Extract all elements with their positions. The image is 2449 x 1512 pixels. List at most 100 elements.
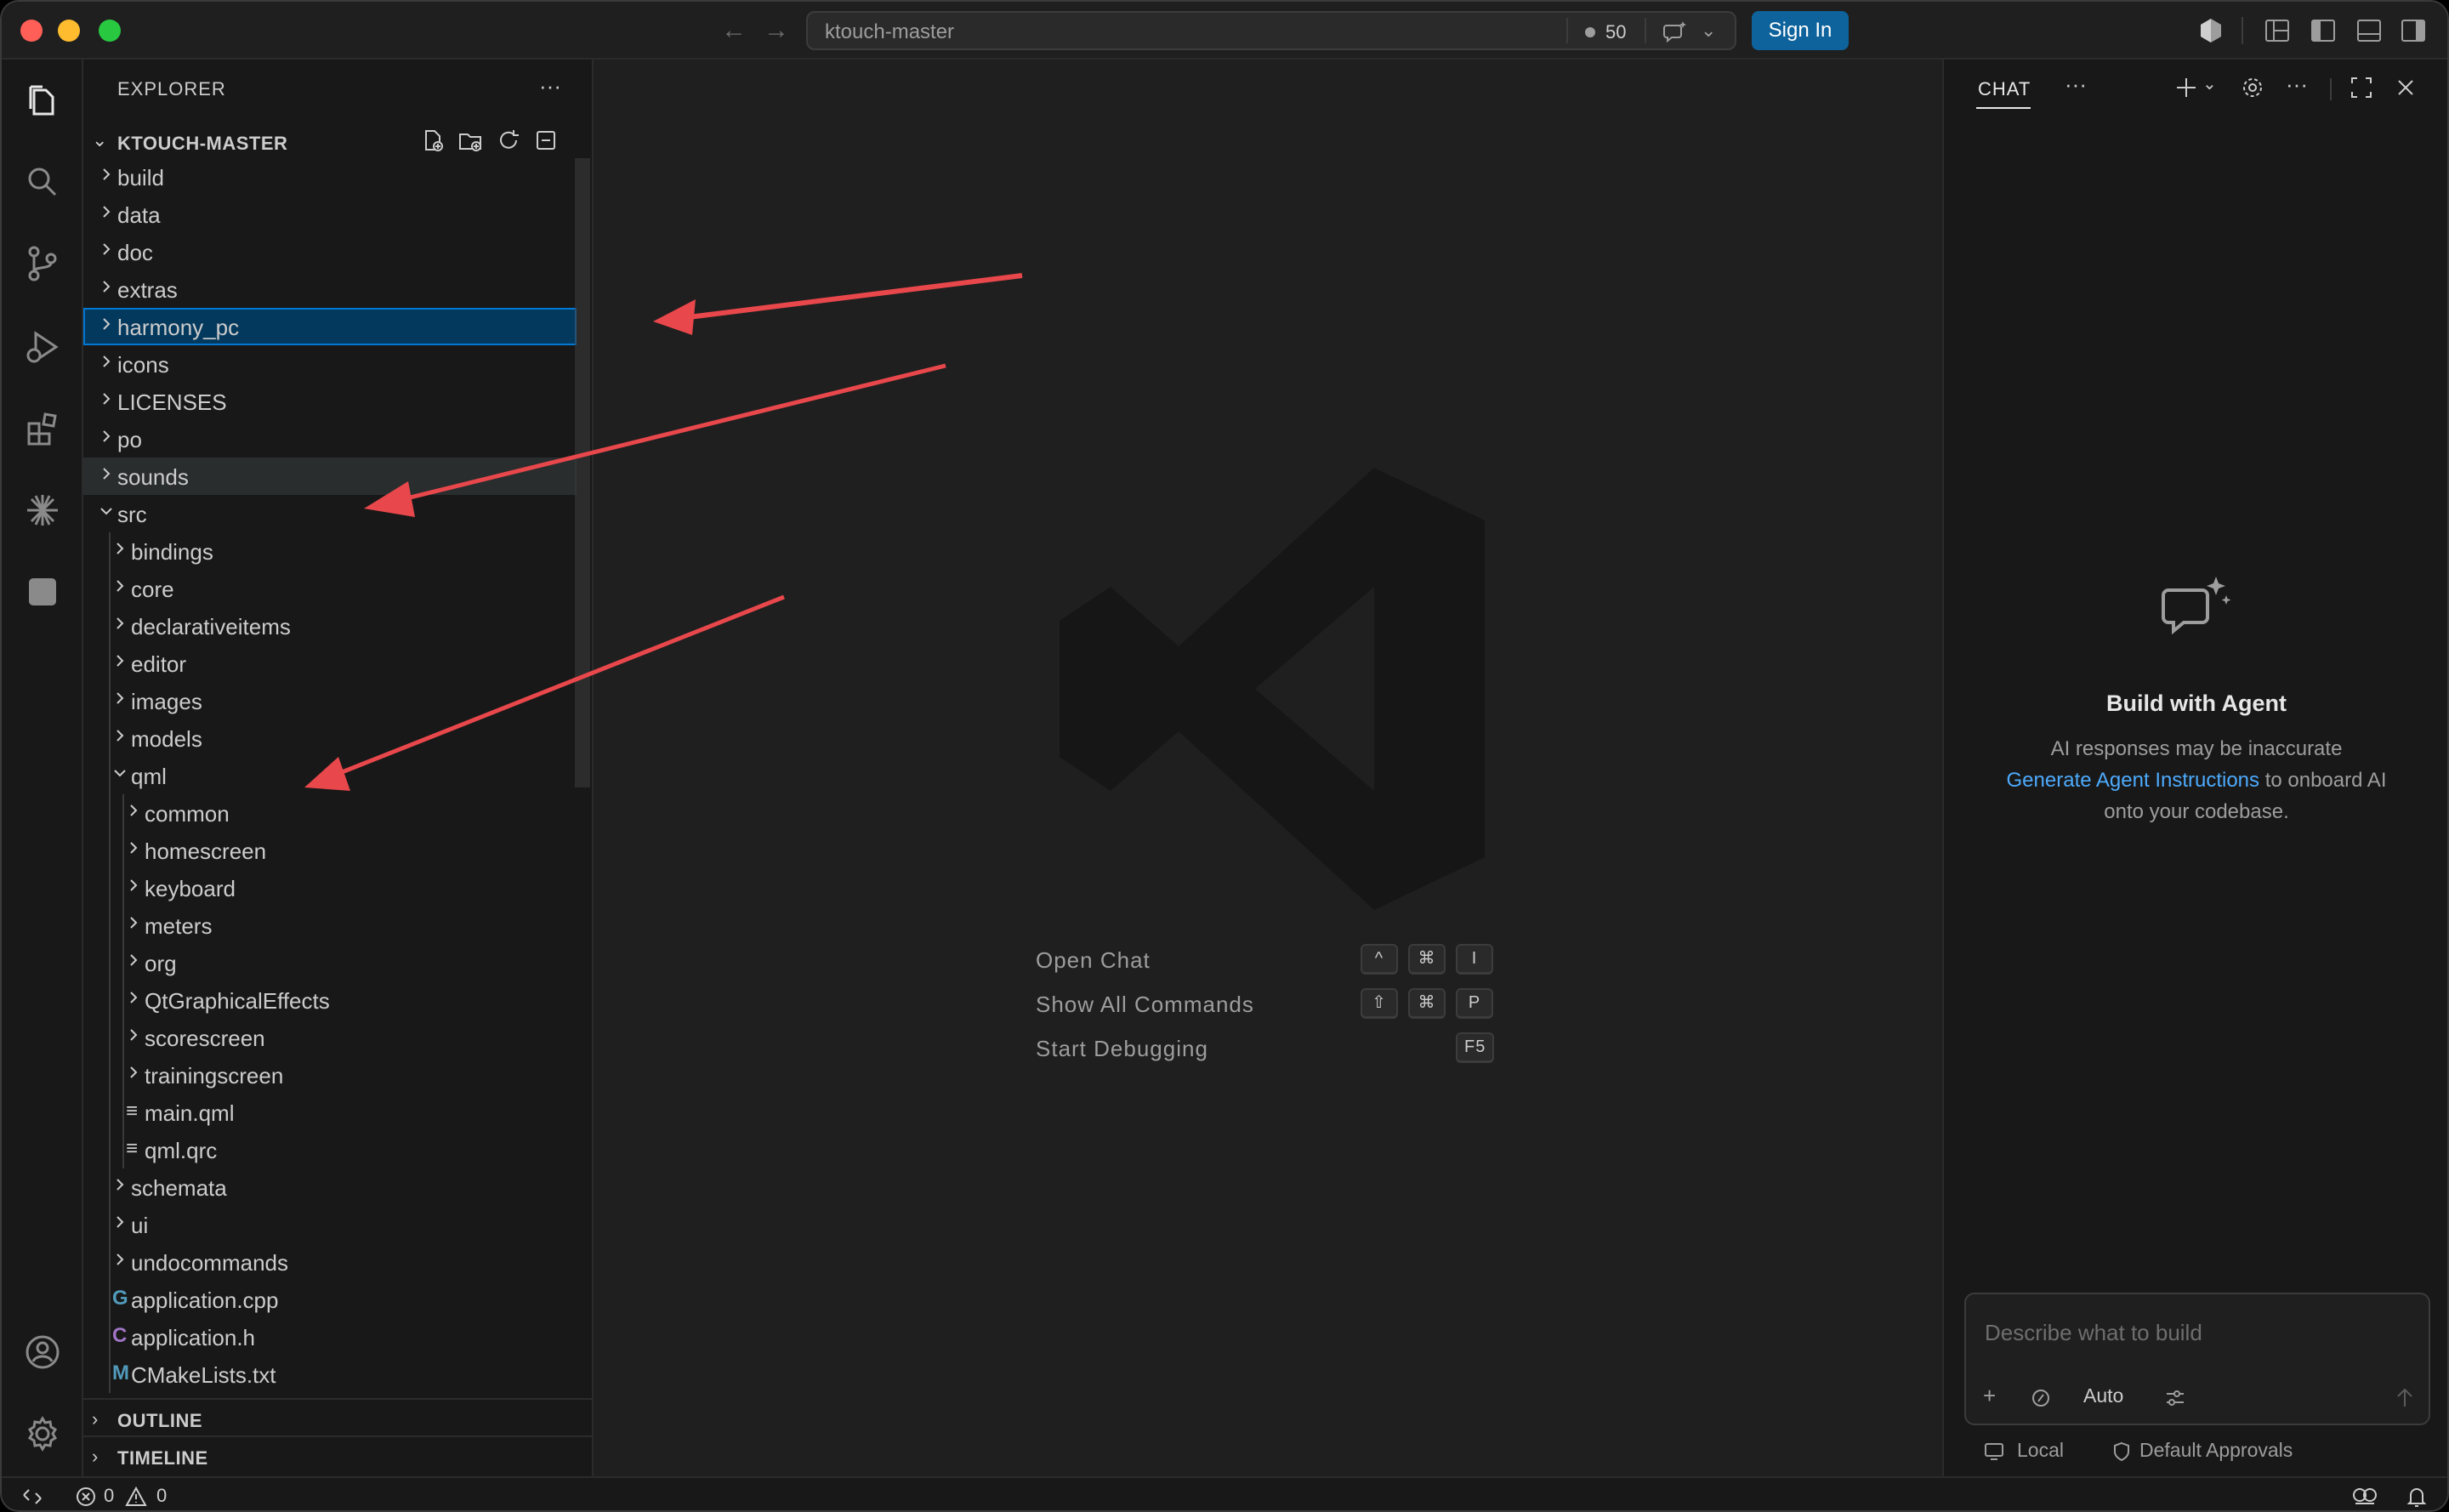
project-header[interactable]: ⌄ KTOUCH-MASTER	[83, 124, 594, 162]
maximize-icon[interactable]	[2349, 75, 2374, 100]
folder-row[interactable]: po	[83, 420, 577, 458]
folder-row[interactable]: core	[83, 570, 577, 607]
chevron-right-icon[interactable]	[97, 389, 116, 408]
send-arrow-up-icon[interactable]	[2393, 1384, 2417, 1410]
chevron-right-icon[interactable]	[111, 1250, 129, 1269]
shortcut-hint-row[interactable]: Open Chat ^ ⌘ I	[1036, 939, 1512, 983]
folder-row[interactable]: common	[83, 794, 577, 832]
chat-input-box[interactable]: Describe what to build + Auto	[1964, 1293, 2430, 1425]
chevron-down-icon[interactable]: ⌄	[2202, 73, 2217, 94]
folder-row[interactable]: images	[83, 682, 577, 719]
settings-sliders-icon[interactable]	[2163, 1386, 2187, 1410]
folder-row[interactable]: qml	[83, 757, 577, 794]
chevron-down-icon[interactable]	[111, 764, 129, 782]
chevron-right-icon[interactable]	[111, 1213, 129, 1231]
folder-row[interactable]: src	[83, 495, 577, 532]
chevron-right-icon[interactable]	[111, 726, 129, 745]
chevron-right-icon[interactable]	[111, 689, 129, 708]
shield-icon[interactable]	[2111, 1441, 2133, 1463]
notifications-bell-icon[interactable]	[2405, 1485, 2429, 1509]
folder-row[interactable]: sounds	[83, 458, 577, 495]
collapse-all-icon[interactable]	[533, 128, 559, 153]
error-icon[interactable]	[75, 1486, 97, 1508]
warning-icon[interactable]	[124, 1486, 148, 1508]
gear-icon[interactable]	[2240, 75, 2265, 100]
model-picker[interactable]: Auto	[2083, 1384, 2123, 1407]
folder-row[interactable]: extras	[83, 270, 577, 308]
chat-sparkle-icon[interactable]	[1660, 16, 1690, 47]
extensions-icon[interactable]	[22, 408, 63, 449]
chevron-right-icon[interactable]	[97, 352, 116, 371]
search-icon[interactable]	[22, 162, 63, 202]
remote-indicator-icon[interactable]	[20, 1485, 44, 1509]
chevron-right-icon[interactable]	[111, 539, 129, 558]
toggle-panel-icon[interactable]	[2354, 15, 2384, 46]
folder-row[interactable]: homescreen	[83, 832, 577, 869]
folder-row[interactable]: doc	[83, 233, 577, 270]
explorer-files-icon[interactable]	[22, 80, 63, 121]
chevron-right-icon[interactable]	[124, 1026, 143, 1044]
toggle-primary-sidebar-icon[interactable]	[2308, 15, 2338, 46]
chat-input-placeholder[interactable]: Describe what to build	[1985, 1320, 2202, 1346]
generate-agent-instructions-link[interactable]: Generate Agent Instructions	[2007, 769, 2260, 792]
chevron-right-icon[interactable]	[97, 427, 116, 446]
chevron-right-icon[interactable]	[111, 577, 129, 595]
close-window-button[interactable]	[20, 20, 43, 42]
chevron-right-icon[interactable]	[97, 464, 116, 483]
gear-icon[interactable]	[22, 1413, 63, 1454]
folder-row[interactable]: scorescreen	[83, 1019, 577, 1056]
chevron-right-icon[interactable]	[124, 913, 143, 932]
chevron-right-icon[interactable]	[124, 988, 143, 1007]
chevron-right-icon[interactable]	[97, 315, 116, 333]
outline-section-header[interactable]: › OUTLINE	[83, 1398, 594, 1435]
chevron-right-icon[interactable]	[124, 838, 143, 857]
folder-row[interactable]: build	[83, 158, 577, 196]
folder-row[interactable]: org	[83, 944, 577, 981]
zoom-window-button[interactable]	[99, 20, 121, 42]
monitor-icon[interactable]	[1983, 1441, 2005, 1463]
minimize-window-button[interactable]	[58, 20, 80, 42]
account-icon[interactable]	[22, 1332, 63, 1373]
more-actions-icon[interactable]: ···	[2065, 71, 2087, 98]
file-row[interactable]: Gapplication.cpp	[83, 1281, 577, 1318]
chevron-right-icon[interactable]	[97, 240, 116, 259]
new-chat-plus-icon[interactable]	[2173, 75, 2199, 100]
chevron-right-icon[interactable]	[97, 165, 116, 184]
folder-row[interactable]: editor	[83, 645, 577, 682]
chevron-right-icon[interactable]	[124, 801, 143, 820]
folder-row[interactable]: QtGraphicalEffects	[83, 981, 577, 1019]
chevron-right-icon[interactable]	[124, 1063, 143, 1082]
new-folder-icon[interactable]	[457, 128, 483, 153]
sign-in-button[interactable]: Sign In	[1752, 11, 1849, 50]
error-count[interactable]: 0	[104, 1485, 114, 1507]
chevron-right-icon[interactable]	[111, 651, 129, 670]
chevron-down-icon[interactable]: ⌄	[1701, 20, 1716, 42]
chevron-right-icon[interactable]	[111, 1175, 129, 1194]
folder-row[interactable]: icons	[83, 345, 577, 383]
folder-row[interactable]: undocommands	[83, 1243, 577, 1281]
folder-row[interactable]: bindings	[83, 532, 577, 570]
shortcut-hint-row[interactable]: Show All Commands ⇧ ⌘ P	[1036, 983, 1512, 1027]
chevron-right-icon[interactable]	[124, 876, 143, 895]
file-row[interactable]: ≡ main.qml	[83, 1094, 577, 1131]
file-row[interactable]: ≡ qml.qrc	[83, 1131, 577, 1168]
more-actions-icon[interactable]: ···	[2286, 71, 2308, 98]
forward-arrow-icon[interactable]: →	[764, 15, 789, 46]
remote-container-icon[interactable]	[22, 571, 63, 612]
chevron-right-icon[interactable]	[97, 277, 116, 296]
new-file-icon[interactable]	[420, 128, 446, 153]
refresh-icon[interactable]	[496, 128, 521, 153]
folder-row[interactable]: ui	[83, 1206, 577, 1243]
chevron-right-icon[interactable]	[111, 614, 129, 633]
folder-row[interactable]: meters	[83, 907, 577, 944]
add-context-plus-icon[interactable]: +	[1983, 1383, 1996, 1409]
local-session-button[interactable]: Local	[2017, 1439, 2064, 1462]
close-icon[interactable]	[2393, 75, 2418, 100]
run-and-debug-icon[interactable]	[22, 327, 63, 367]
chevron-down-icon[interactable]	[97, 502, 116, 520]
customize-layout-icon[interactable]	[2262, 15, 2293, 46]
chevron-right-icon[interactable]	[124, 951, 143, 969]
file-row[interactable]: M CMakeLists.txt	[83, 1356, 577, 1393]
folder-row[interactable]: harmony_pc	[83, 308, 577, 345]
back-arrow-icon[interactable]: ←	[721, 15, 747, 46]
